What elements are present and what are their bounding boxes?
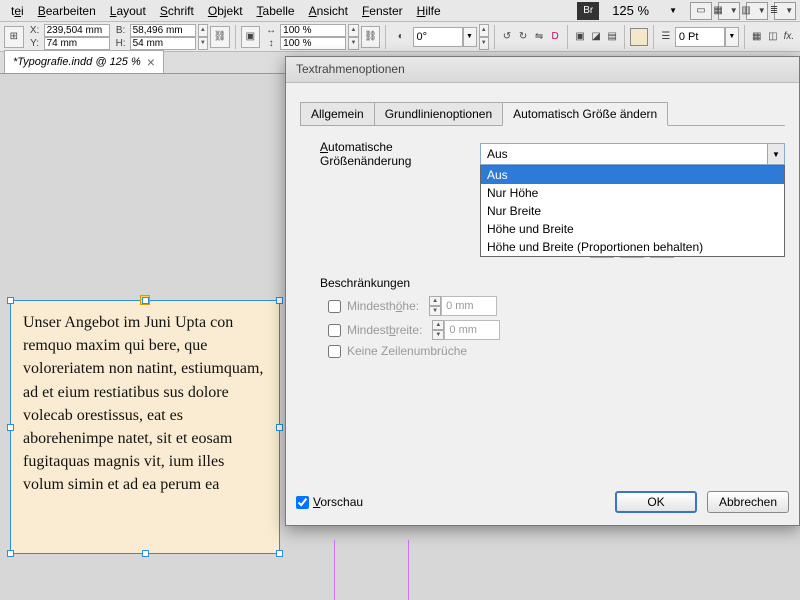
handle-sw[interactable] <box>7 550 14 557</box>
menu-layout[interactable]: Layout <box>103 2 153 20</box>
scale-icon[interactable]: ▣ <box>241 26 261 48</box>
size-fields: B: H: <box>112 24 196 50</box>
scaley-input[interactable] <box>280 37 346 50</box>
min-width-checkbox[interactable] <box>328 324 341 337</box>
h-input[interactable] <box>130 37 196 50</box>
autoresize-dropdown[interactable]: Aus ▼ Aus Nur Höhe Nur Breite Höhe und B… <box>480 143 785 165</box>
fx-icon[interactable]: ▦ <box>750 29 764 45</box>
dialog-tabs: Allgemein Grundlinienoptionen Automatisc… <box>300 101 785 126</box>
zoom-dropdown-icon[interactable]: ▼ <box>662 4 684 17</box>
rotate-input[interactable] <box>413 27 463 47</box>
constrain-icon[interactable]: ⛓ <box>210 26 230 48</box>
rotate-spinners[interactable]: ▲▼ <box>479 24 490 50</box>
constrain-scale-icon[interactable]: ⛓ <box>361 26 381 48</box>
doc-tab-label: *Typografie.indd @ 125 % <box>13 56 141 68</box>
menu-objekt[interactable]: Objekt <box>201 2 250 20</box>
menubar: tei Bearbeiten Layout Schrift Objekt Tab… <box>0 0 800 22</box>
scalex-input[interactable] <box>280 24 346 37</box>
opt-aus[interactable]: Aus <box>481 166 784 184</box>
tab-grundlinien[interactable]: Grundlinienoptionen <box>374 102 503 126</box>
preview-checkbox-row[interactable]: Vorschau <box>296 495 363 509</box>
min-width-spin[interactable]: ▲▼ <box>432 320 444 340</box>
min-width-label: Mindestbreite: <box>347 323 422 337</box>
constraints-label: Beschränkungen <box>320 276 785 290</box>
zoom-display[interactable]: 125 % <box>605 1 656 20</box>
opt-nur-hoehe[interactable]: Nur Höhe <box>481 184 784 202</box>
menu-datei[interactable]: tei <box>4 2 31 20</box>
min-height-spin[interactable]: ▲▼ <box>429 296 441 316</box>
tab-autosize[interactable]: Automatisch Größe ändern <box>502 102 668 126</box>
autoresize-label: Automatische Größenänderung <box>320 140 480 168</box>
min-height-input[interactable] <box>441 296 497 316</box>
screen-mode-button[interactable]: ▦▼ <box>718 2 740 20</box>
fit-frame-icon[interactable]: ▤ <box>605 29 619 45</box>
autoresize-options: Aus Nur Höhe Nur Breite Höhe und Breite … <box>480 165 785 257</box>
handle-se[interactable] <box>276 550 283 557</box>
fx-text[interactable]: fx. <box>782 29 796 45</box>
handle-s[interactable] <box>142 550 149 557</box>
opt-proportionen[interactable]: Höhe und Breite (Proportionen behalten) <box>481 238 784 256</box>
x-input[interactable] <box>44 24 110 37</box>
stroke-style-icon[interactable]: ☰ <box>659 29 673 45</box>
guide-2[interactable] <box>408 540 409 600</box>
workspace-button[interactable]: ≣▼ <box>774 2 796 20</box>
menu-fenster[interactable]: Fenster <box>355 2 410 20</box>
nowrap-checkbox[interactable] <box>328 345 341 358</box>
nowrap-label: Keine Zeilenumbrüche <box>347 344 467 358</box>
y-input[interactable] <box>44 37 110 50</box>
min-width-input[interactable] <box>444 320 500 340</box>
min-height-checkbox[interactable] <box>328 300 341 313</box>
frame-text: Unser Angebot im Juni Upta con remquo ma… <box>11 301 279 507</box>
flip-h-icon[interactable]: ⇋ <box>532 29 546 45</box>
opt-hoehe-breite[interactable]: Höhe und Breite <box>481 220 784 238</box>
handle-ne[interactable] <box>276 297 283 304</box>
menu-ansicht[interactable]: Ansicht <box>302 2 355 20</box>
handle-w[interactable] <box>7 424 14 431</box>
autoresize-value: Aus <box>480 143 785 165</box>
select-content-icon[interactable]: ◪ <box>589 29 603 45</box>
menu-schrift[interactable]: Schrift <box>153 2 201 20</box>
view-mode-button[interactable]: ▭ <box>690 2 712 20</box>
rotate-cw-icon[interactable]: ↻ <box>516 29 530 45</box>
menu-bearbeiten[interactable]: Bearbeiten <box>31 2 103 20</box>
size-spinners[interactable]: ▲▼ <box>198 24 209 50</box>
doc-tab[interactable]: *Typografie.indd @ 125 % × <box>4 50 164 73</box>
fill-swatch[interactable] <box>630 28 648 46</box>
dropdown-arrow-icon[interactable]: ▼ <box>767 143 785 165</box>
guide-1[interactable] <box>334 540 335 600</box>
menu-hilfe[interactable]: Hilfe <box>410 2 448 20</box>
text-frame-options-dialog: Textrahmenoptionen Allgemein Grundlinien… <box>285 56 800 526</box>
scale-spinners[interactable]: ▲▼ <box>348 24 359 50</box>
ok-button[interactable]: OK <box>615 491 697 513</box>
menu-tabelle[interactable]: Tabelle <box>250 2 302 20</box>
preview-label: Vorschau <box>313 495 363 509</box>
cancel-button[interactable]: Abbrechen <box>707 491 789 513</box>
w-input[interactable] <box>130 24 196 37</box>
flip-v-icon[interactable]: D <box>548 29 562 45</box>
dialog-launcher-icon[interactable]: ◐ <box>391 26 410 48</box>
rotate-ccw-icon[interactable]: ↺ <box>500 29 514 45</box>
handle-e[interactable] <box>276 424 283 431</box>
handle-n[interactable] <box>142 297 149 304</box>
position-fields: X: Y: <box>26 24 110 50</box>
dialog-title: Textrahmenoptionen <box>286 57 799 83</box>
text-frame[interactable]: Unser Angebot im Juni Upta con remquo ma… <box>10 300 280 554</box>
bridge-button[interactable]: Br <box>577 2 599 20</box>
control-bar: ⊞ X: Y: B: H: ▲▼ ⛓ ▣ ↔ ↕ ▲▼ ⛓ ◐ ▼ ▲▼ ↺ ↻… <box>0 22 800 52</box>
min-height-label: Mindesthöhe: <box>347 299 419 313</box>
preview-checkbox[interactable] <box>296 496 309 509</box>
stroke-input[interactable] <box>675 27 725 47</box>
arrange-button[interactable]: ▥▼ <box>746 2 768 20</box>
tab-allgemein[interactable]: Allgemein <box>300 102 375 126</box>
close-tab-icon[interactable]: × <box>147 54 155 70</box>
select-container-icon[interactable]: ▣ <box>573 29 587 45</box>
corner-icon[interactable]: ◫ <box>766 29 780 45</box>
handle-nw[interactable] <box>7 297 14 304</box>
opt-nur-breite[interactable]: Nur Breite <box>481 202 784 220</box>
refpoint-icon[interactable]: ⊞ <box>4 26 24 48</box>
